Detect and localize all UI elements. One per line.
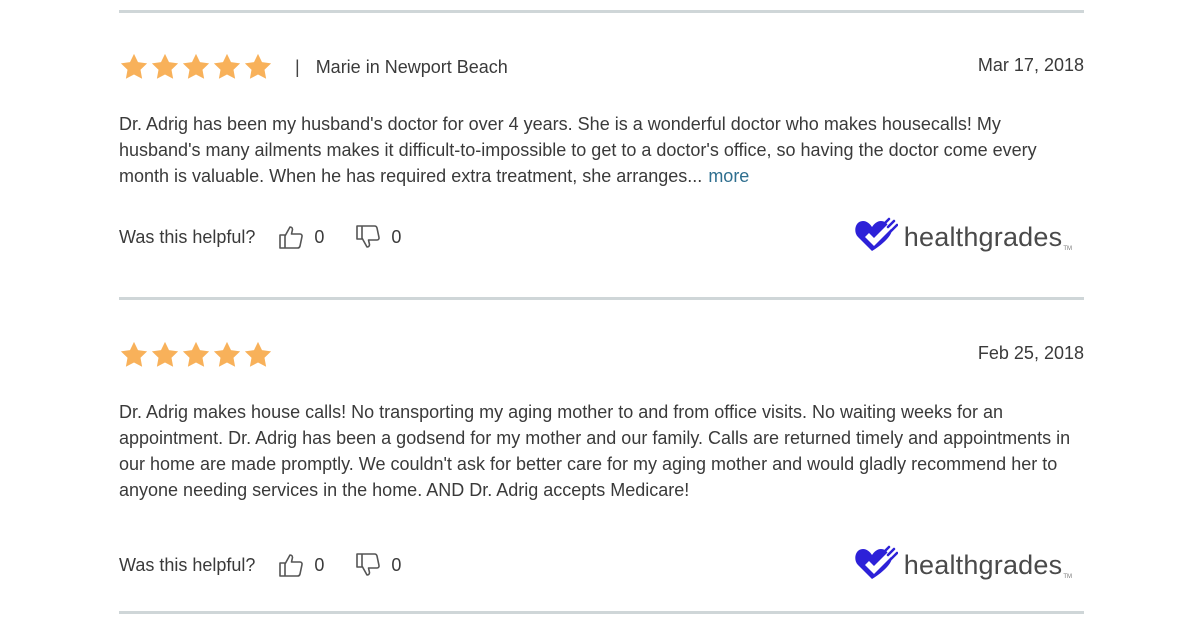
review-card: | Marie in Newport Beach Mar 17, 2018 Dr…: [119, 50, 1084, 257]
review-text-block: Dr. Adrig has been my husband's doctor f…: [119, 111, 1084, 189]
star-icon: [150, 340, 180, 370]
thumbs-down-button[interactable]: 0: [354, 551, 401, 579]
thumbs-up-count: 0: [314, 226, 325, 247]
review-header: Feb 25, 2018: [119, 338, 1084, 372]
logo-trademark: TM: [1063, 574, 1072, 580]
logo-wordmark: healthgrades: [903, 550, 1063, 580]
review-author: Marie in Newport Beach: [315, 56, 508, 77]
review-text-block: Dr. Adrig makes house calls! No transpor…: [119, 399, 1084, 503]
healthgrades-logo: healthgrades TM: [854, 545, 1072, 586]
reviews-page: | Marie in Newport Beach Mar 17, 2018 Dr…: [0, 0, 1200, 625]
heart-icon: [854, 217, 899, 258]
star-icon: [119, 340, 149, 370]
header-separator: |: [295, 56, 300, 77]
more-link[interactable]: more: [708, 166, 749, 186]
star-icon: [181, 340, 211, 370]
review-date: Mar 17, 2018: [977, 55, 1084, 75]
star-icon: [243, 340, 273, 370]
review-header: | Marie in Newport Beach Mar 17, 2018: [119, 50, 1084, 84]
star-icon: [150, 52, 180, 82]
review-card: Feb 25, 2018 Dr. Adrig makes house calls…: [119, 338, 1084, 585]
thumbs-up-icon: [277, 223, 305, 251]
star-icon: [243, 52, 273, 82]
feedback-row: Was this helpful? 0 0 healthgrades TM: [119, 217, 1084, 257]
divider: [119, 611, 1084, 614]
thumbs-up-button[interactable]: 0: [277, 223, 324, 251]
thumbs-down-button[interactable]: 0: [354, 223, 401, 251]
thumbs-down-count: 0: [391, 554, 402, 575]
star-icon: [181, 52, 211, 82]
logo-wordmark: healthgrades: [903, 222, 1063, 252]
logo-trademark: TM: [1063, 246, 1072, 252]
healthgrades-logo: healthgrades TM: [854, 217, 1072, 258]
star-icon: [212, 340, 242, 370]
divider: [119, 297, 1084, 300]
star-icon: [119, 52, 149, 82]
star-rating: [119, 52, 273, 82]
thumbs-up-button[interactable]: 0: [277, 551, 324, 579]
review-text: Dr. Adrig makes house calls! No transpor…: [119, 402, 1071, 500]
review-date: Feb 25, 2018: [977, 343, 1084, 363]
thumbs-up-count: 0: [314, 554, 325, 575]
thumbs-down-icon: [354, 223, 382, 251]
star-rating: [119, 340, 273, 370]
divider: [119, 10, 1084, 13]
thumbs-down-icon: [354, 551, 382, 579]
thumbs-up-icon: [277, 551, 305, 579]
helpful-label: Was this helpful?: [119, 554, 256, 575]
star-icon: [212, 52, 242, 82]
thumbs-down-count: 0: [391, 226, 402, 247]
feedback-row: Was this helpful? 0 0 healthgrades TM: [119, 545, 1084, 585]
heart-icon: [854, 545, 899, 586]
review-text: Dr. Adrig has been my husband's doctor f…: [119, 114, 1037, 186]
helpful-label: Was this helpful?: [119, 226, 256, 247]
